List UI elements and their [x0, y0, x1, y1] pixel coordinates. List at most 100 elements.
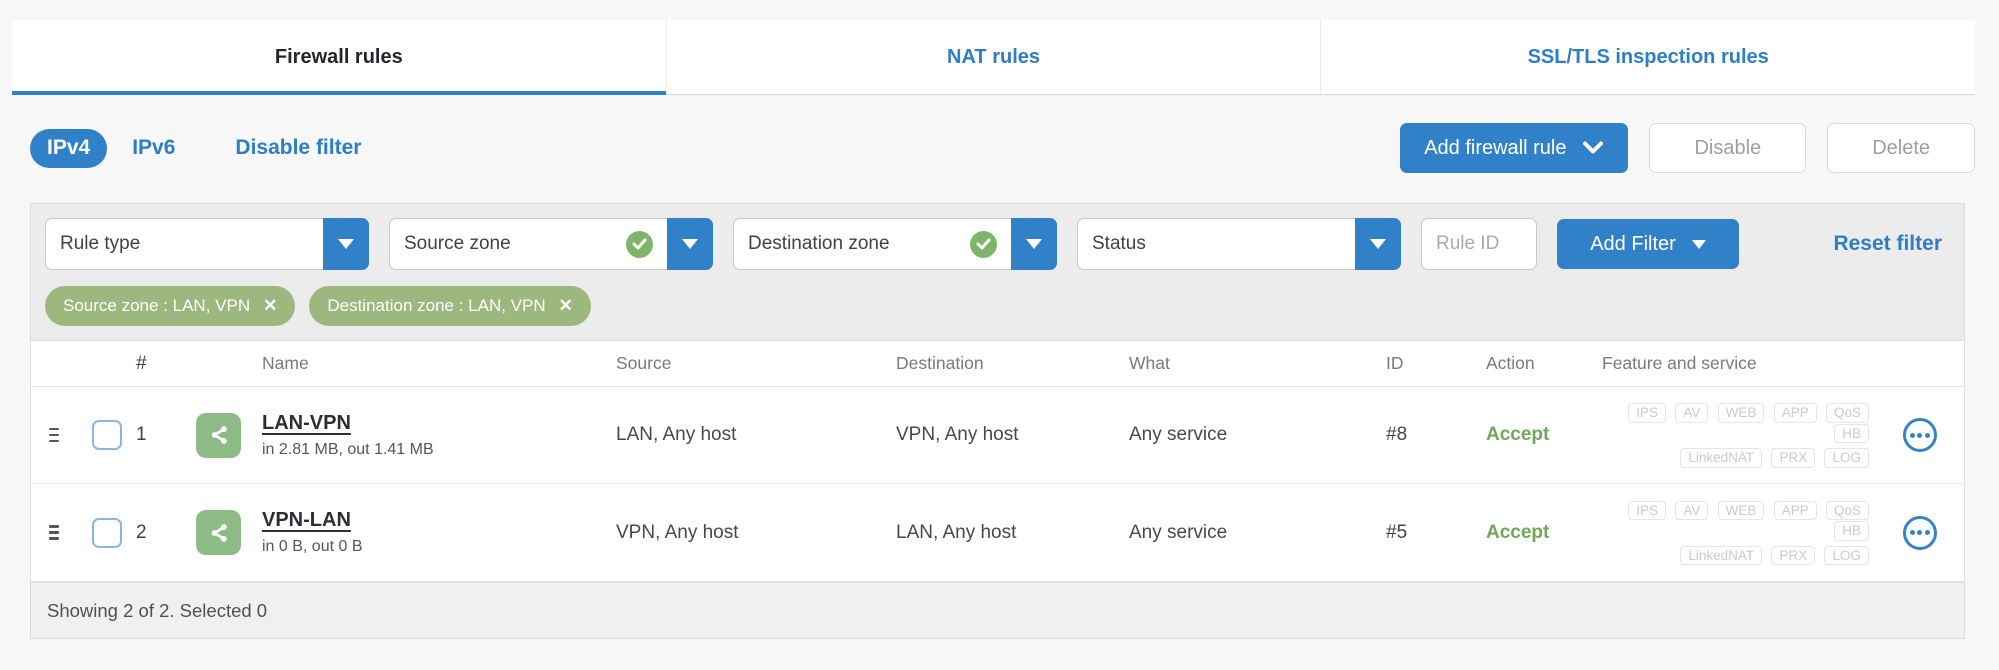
- tab-firewall-rules[interactable]: Firewall rules: [12, 20, 666, 95]
- rule-destination: LAN, Any host: [896, 521, 1017, 543]
- badge-hb: HB: [1834, 423, 1869, 444]
- firewall-rules-table: # Name Source Destination What ID Action…: [30, 341, 1965, 582]
- table-footer: Showing 2 of 2. Selected 0: [30, 582, 1965, 639]
- rule-action: Accept: [1486, 521, 1550, 543]
- badge-av: AV: [1675, 403, 1709, 423]
- badge-qos: QoS: [1825, 500, 1869, 521]
- rule-traffic-stats: in 0 B, out 0 B: [262, 538, 363, 555]
- source-zone-field[interactable]: Source zone: [389, 218, 667, 270]
- destination-zone-dropdown: Destination zone: [733, 218, 1057, 270]
- destination-zone-dropdown-button[interactable]: [1011, 218, 1057, 270]
- badge-prx: PRX: [1771, 545, 1816, 566]
- ipv4-toggle[interactable]: IPv4: [30, 128, 108, 168]
- badge-qos: QoS: [1825, 403, 1869, 423]
- ipv6-toggle[interactable]: IPv6: [132, 136, 175, 160]
- row-checkbox[interactable]: [92, 420, 122, 450]
- header-destination: Destination: [896, 353, 984, 373]
- rule-name-link[interactable]: VPN-LAN: [262, 509, 351, 532]
- triangle-down-icon: [682, 239, 698, 249]
- header-action: Action: [1486, 353, 1535, 373]
- triangle-down-icon: [338, 239, 354, 249]
- rule-what: Any service: [1129, 424, 1228, 445]
- remove-filter-icon[interactable]: ✕: [263, 296, 277, 316]
- tab-ssl-tls-rules-label: SSL/TLS inspection rules: [1527, 45, 1769, 68]
- filter-chip-destination-zone: Destination zone : LAN, VPN ✕: [309, 286, 591, 326]
- row-menu-ellipsis-button[interactable]: [1902, 418, 1937, 452]
- filter-applied-check-icon: [970, 230, 997, 258]
- header-name: Name: [262, 353, 309, 373]
- rule-id-input[interactable]: [1421, 218, 1537, 270]
- tab-firewall-rules-label: Firewall rules: [274, 45, 403, 68]
- delete-button[interactable]: Delete: [1827, 123, 1975, 173]
- source-zone-label: Source zone: [404, 233, 511, 254]
- status-dropdown: Status: [1077, 218, 1401, 270]
- tab-nat-rules[interactable]: NAT rules: [665, 20, 1321, 94]
- filter-applied-check-icon: [626, 230, 653, 258]
- table-header-row: # Name Source Destination What ID Action…: [31, 341, 1964, 387]
- status-dropdown-button[interactable]: [1355, 218, 1401, 270]
- tab-nat-rules-label: NAT rules: [947, 45, 1040, 68]
- add-filter-button[interactable]: Add Filter: [1557, 219, 1739, 269]
- badge-ips: IPS: [1628, 500, 1667, 521]
- triangle-down-icon: [1691, 239, 1706, 249]
- source-zone-dropdown: Source zone: [389, 218, 713, 270]
- rule-type-dropdown: Rule type: [45, 218, 369, 270]
- filter-chip-source-zone: Source zone : LAN, VPN ✕: [45, 286, 296, 326]
- feature-badges: IPS AV WEB APP QoS HB LinkedNAT PRX LOG: [1602, 402, 1875, 468]
- table-row: 2 VPN-LAN in 0 B, out 0 B VPN, Any host …: [31, 484, 1964, 581]
- disable-button[interactable]: Disable: [1649, 123, 1807, 173]
- add-filter-label: Add Filter: [1590, 232, 1676, 255]
- header-id: ID: [1386, 353, 1404, 373]
- destination-zone-field[interactable]: Destination zone: [733, 218, 1011, 270]
- toolbar-actions: Add firewall rule Disable Delete: [1400, 123, 1975, 173]
- tab-ssl-tls-inspection-rules[interactable]: SSL/TLS inspection rules: [1320, 20, 1975, 94]
- grip-icon: [48, 427, 59, 443]
- rule-number: 1: [136, 424, 147, 445]
- badge-linkednat: LinkedNAT: [1680, 448, 1763, 468]
- remove-filter-icon[interactable]: ✕: [559, 296, 573, 316]
- showing-summary: Showing 2 of 2. Selected 0: [47, 599, 268, 621]
- header-what: What: [1129, 353, 1170, 373]
- header-feature-and-service: Feature and service: [1602, 353, 1757, 373]
- triangle-down-icon: [1026, 239, 1042, 249]
- filter-panel: Rule type Source zone Destination zone S…: [30, 203, 1965, 341]
- rule-destination: VPN, Any host: [896, 424, 1019, 445]
- rule-what: Any service: [1129, 521, 1228, 543]
- disable-filter-link[interactable]: Disable filter: [235, 136, 361, 160]
- rule-id: #8: [1386, 424, 1408, 445]
- rule-type-dropdown-button[interactable]: [323, 218, 369, 270]
- table-row: 1 LAN-VPN in 2.81 MB, out 1.41 MB LAN, A…: [31, 387, 1964, 484]
- rule-type-share-icon: [196, 510, 241, 555]
- badge-web: WEB: [1717, 500, 1765, 521]
- rule-source: VPN, Any host: [616, 521, 739, 543]
- triangle-down-icon: [1370, 239, 1386, 249]
- ipv4-label: IPv4: [47, 136, 91, 159]
- header-source: Source: [616, 353, 672, 373]
- add-firewall-rule-label: Add firewall rule: [1424, 136, 1567, 159]
- add-firewall-rule-button[interactable]: Add firewall rule: [1400, 123, 1629, 173]
- badge-web: WEB: [1717, 403, 1765, 423]
- source-zone-dropdown-button[interactable]: [667, 218, 713, 270]
- rule-id: #5: [1386, 521, 1408, 543]
- drag-handle[interactable]: [31, 525, 76, 540]
- rule-traffic-stats: in 2.81 MB, out 1.41 MB: [262, 440, 434, 458]
- badge-ips: IPS: [1628, 403, 1667, 423]
- rule-type-share-icon: [196, 412, 241, 458]
- rule-type-field[interactable]: Rule type: [45, 218, 323, 270]
- badge-linkednat: LinkedNAT: [1680, 545, 1763, 566]
- rule-action: Accept: [1486, 424, 1550, 445]
- badge-prx: PRX: [1771, 448, 1816, 468]
- row-checkbox[interactable]: [92, 517, 122, 548]
- row-menu-ellipsis-button[interactable]: [1902, 515, 1937, 550]
- filter-row: Rule type Source zone Destination zone S…: [45, 218, 1950, 270]
- status-label: Status: [1092, 233, 1146, 254]
- feature-badges: IPS AV WEB APP QoS HB LinkedNAT PRX LOG: [1602, 500, 1875, 566]
- badge-log: LOG: [1824, 545, 1869, 566]
- filter-chip-label: Source zone : LAN, VPN: [63, 296, 251, 315]
- toolbar: IPv4 IPv6 Disable filter Add firewall ru…: [30, 123, 1975, 173]
- status-field[interactable]: Status: [1077, 218, 1355, 270]
- reset-filter-link[interactable]: Reset filter: [1833, 232, 1950, 256]
- grip-icon: [48, 525, 59, 540]
- rule-name-link[interactable]: LAN-VPN: [262, 412, 351, 435]
- drag-handle[interactable]: [31, 427, 76, 443]
